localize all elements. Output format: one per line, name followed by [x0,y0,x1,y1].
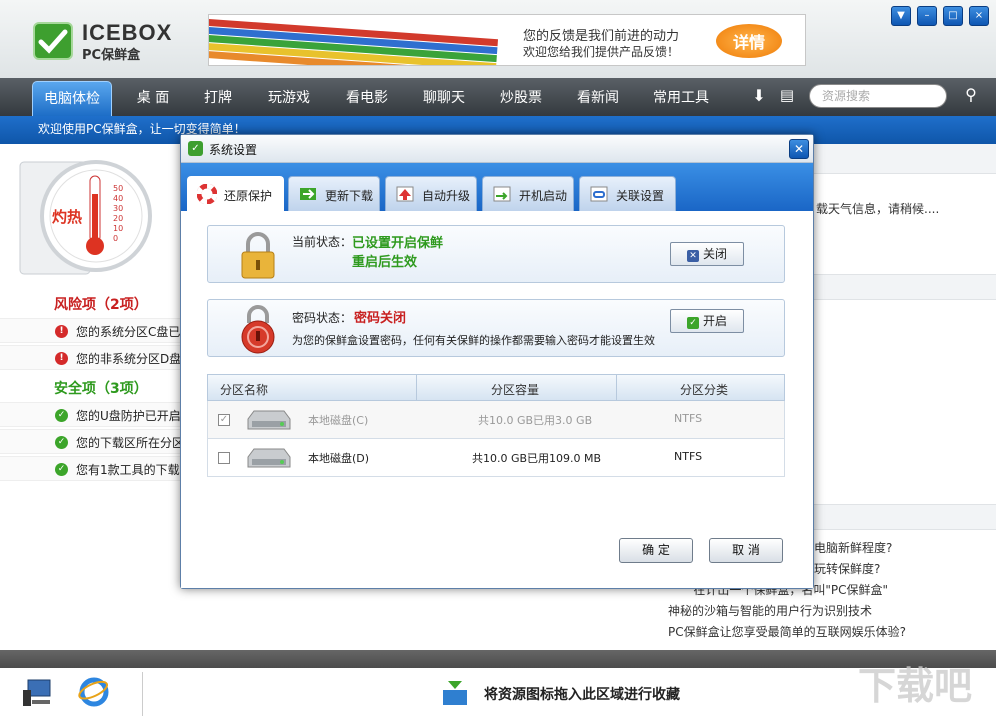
tab-association[interactable]: 关联设置 [579,176,676,211]
partition-table-header: 分区名称 分区容量 分区分类 [207,374,785,401]
menu-dropdown-button[interactable]: ▼ [891,6,911,26]
status-strip [0,650,996,668]
tab-tools[interactable]: 常用工具 [650,87,712,109]
tab-games[interactable]: 玩游戏 [264,87,314,109]
resource-search-input[interactable]: 资源搜索 [809,84,947,108]
app-name: ICEBOX [82,20,173,45]
list-item[interactable]: ✓ 您的下载区所在分区 [0,429,185,454]
protect-status: 已设置开启保鲜 [352,236,444,251]
banner-details-button[interactable]: 详情 [714,22,784,60]
favorites-basket-icon [440,678,470,708]
lock-icon [241,232,275,279]
dialog-titlebar[interactable]: ✓ 系统设置 ✕ [181,135,813,163]
shield-x-icon: ✕ [686,250,699,262]
tip-link[interactable]: 神秘的沙箱与智能的用户行为识别技术 [668,602,872,619]
protect-status-panel: 当前状态： 已设置开启保鲜 重启后生效 ✕ 关闭 [207,225,785,283]
search-icon[interactable]: ⚲ [958,85,984,109]
partition-c-checkbox[interactable]: ✓ [218,414,230,426]
risk-title: 风险项（2项） [54,297,148,313]
close-protect-button[interactable]: ✕ 关闭 [670,242,744,266]
banner-line-2: 欢迎您给我们提供产品反馈！ [523,45,680,59]
list-item[interactable]: ! 您的系统分区C盘已 [0,318,185,343]
password-status-panel: 密码状态： 密码关闭 为您的保鲜盒设置密码，任何有关保鲜的操作都需要输入密码才能… [207,299,785,357]
tab-auto-upgrade[interactable]: 自动升级 [385,176,477,211]
partition-d-checkbox[interactable] [218,452,230,464]
feedback-banner[interactable]: 您的反馈是我们前进的动力 欢迎您给我们提供产品反馈！ 详情 [208,14,806,66]
list-item[interactable]: ! 您的非系统分区D盘 [0,345,185,370]
tab-restore-protect[interactable]: 还原保护 [187,176,284,211]
ok-button[interactable]: 确 定 [619,538,693,563]
settings-dialog: ✓ 系统设置 ✕ 还原保护 更新下载 自动升级 开机启动 关联设置 当前状态： … [180,134,814,589]
list-item[interactable]: ✓ 您有1款工具的下载 [0,456,185,481]
lifebuoy-icon [197,184,217,204]
warning-icon: ! [55,352,68,365]
tab-movies[interactable]: 看电影 [342,87,392,109]
close-button[interactable]: × [969,6,989,26]
divider [142,672,143,716]
tab-cards[interactable]: 打牌 [200,87,236,109]
thermo-label: 灼热 [52,208,83,226]
tab-pc-checkup[interactable]: 电脑体检 [32,81,112,116]
tip-link[interactable]: 电脑新鲜程度? [814,539,892,556]
watermark: 下载吧 [858,664,973,708]
dialog-body: 当前状态： 已设置开启保鲜 重启后生效 ✕ 关闭 密码状态： 密码关闭 为您的保鲜… [181,211,813,588]
computer-icon[interactable] [22,678,56,708]
link-settings-icon [590,186,608,202]
tip-link[interactable]: PC保鲜盒让您享受最简单的互联网娱乐体验? [668,623,906,640]
app-logo-icon: ✓ [188,141,203,156]
minimize-button[interactable]: – [917,6,937,26]
download-icon[interactable]: ⬇ [748,86,770,108]
tab-chat[interactable]: 聊聊天 [419,87,469,109]
enable-password-button[interactable]: ✓ 开启 [670,309,744,333]
tab-update-download[interactable]: 更新下载 [288,176,380,211]
folder-icon[interactable]: ▤ [776,86,798,108]
dock-hint: 将资源图标拖入此区域进行收藏 [484,687,680,703]
tab-stocks[interactable]: 炒股票 [496,87,546,109]
browser-icon[interactable] [78,676,110,708]
check-icon: ✓ [55,463,68,476]
check-icon: ✓ [55,409,68,422]
tip-link[interactable]: 玩转保鲜度? [814,560,880,577]
startup-icon [493,186,511,202]
dialog-tabs: 还原保护 更新下载 自动升级 开机启动 关联设置 [181,163,813,211]
protect-status-note: 重启后生效 [352,255,418,270]
update-icon [300,188,316,200]
password-status: 密码关闭 [354,311,407,326]
table-row[interactable]: 本地磁盘(D) 共10.0 GB已用109.0 MB NTFS [207,439,785,477]
banner-line-1: 您的反馈是我们前进的动力 [523,29,680,44]
thermometer-gauge: 灼热 50 40 30 20 10 0 [18,158,158,276]
shield-check-icon: ✓ [686,317,699,329]
tab-desktop[interactable]: 桌 面 [132,87,174,109]
list-item[interactable]: ✓ 您的U盘防护已开启 [0,402,185,427]
password-lock-icon [241,305,275,354]
cancel-button[interactable]: 取 消 [709,538,783,563]
disk-icon [247,448,291,468]
dialog-close-button[interactable]: ✕ [789,139,809,159]
app-header: ICEBOX PC保鲜盒 您的反馈是我们前进的动力 欢迎您给我们提供产品反馈！ … [0,0,996,78]
maximize-button[interactable]: □ [943,6,963,26]
safe-title: 安全项（3项） [54,381,148,397]
table-row[interactable]: ✓ 本地磁盘(C) 共10.0 GB已用3.0 GB NTFS [207,401,785,439]
password-description: 为您的保鲜盒设置密码，任何有关保鲜的操作都需要输入密码才能设置生效 [292,334,655,347]
tab-startup[interactable]: 开机启动 [482,176,574,211]
tab-news[interactable]: 看新闻 [573,87,623,109]
thermo-ticks: 50 40 30 20 10 0 [113,184,124,243]
app-logo-icon [33,22,73,60]
upgrade-icon [396,186,414,202]
pencils-image [209,18,499,65]
dialog-title: 系统设置 [209,143,258,157]
disk-icon [247,410,291,430]
app-subtitle: PC保鲜盒 [82,48,141,63]
weather-text: 载天气信息，请稍候.... [816,202,940,216]
check-icon: ✓ [55,436,68,449]
warning-icon: ! [55,325,68,338]
